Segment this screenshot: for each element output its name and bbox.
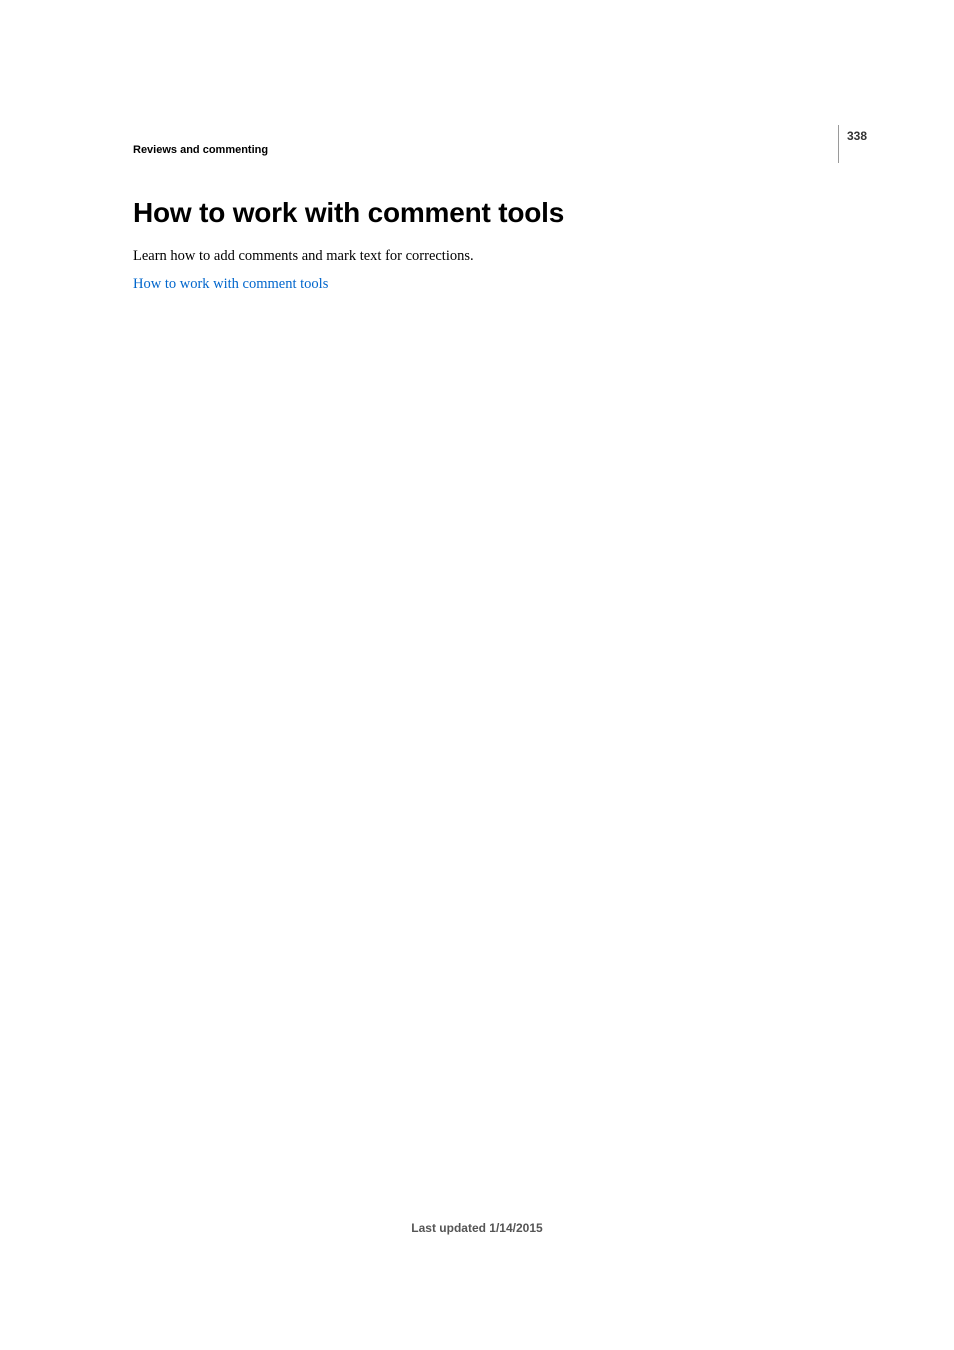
comment-tools-link[interactable]: How to work with comment tools [133,276,328,293]
page-number-container: 338 [838,125,867,163]
section-header: Reviews and commenting [133,144,268,156]
body-paragraph: Learn how to add comments and mark text … [133,246,474,266]
page-number: 338 [847,129,867,143]
page-title: How to work with comment tools [133,197,564,229]
footer-last-updated: Last updated 1/14/2015 [0,1221,954,1235]
